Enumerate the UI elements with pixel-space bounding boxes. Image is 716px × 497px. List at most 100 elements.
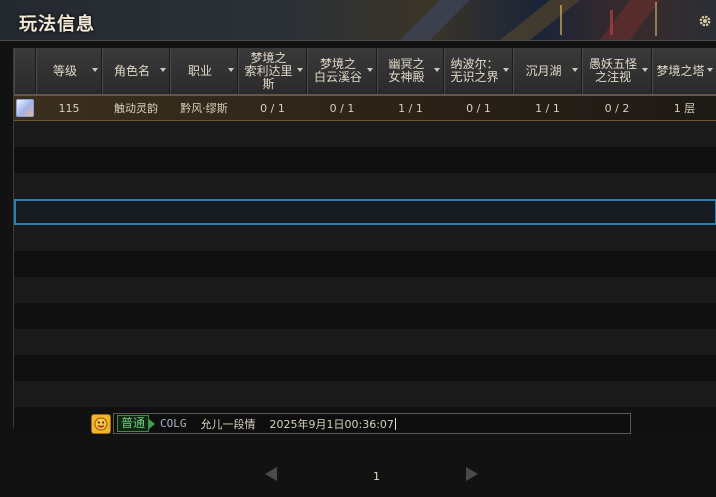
prev-page-button[interactable] <box>265 467 277 481</box>
table-cell <box>307 147 377 173</box>
table-cell <box>652 355 716 381</box>
table-cell <box>102 199 170 225</box>
table-cell <box>170 251 238 277</box>
table-row[interactable] <box>14 251 716 277</box>
table-cell <box>238 225 307 251</box>
column-header-label: 梦境之 白云溪谷 <box>313 57 362 84</box>
sort-arrow-icon <box>707 68 713 72</box>
table-cell <box>238 147 307 173</box>
table-cell: 115 <box>58 101 80 115</box>
table-cell <box>170 173 238 199</box>
table-cell <box>513 121 582 147</box>
table-cell <box>14 96 36 120</box>
table-cell <box>444 225 513 251</box>
table-cell <box>14 173 36 199</box>
table-cell <box>238 173 307 199</box>
sort-arrow-icon <box>367 68 373 72</box>
table-cell <box>14 381 36 407</box>
next-page-button[interactable] <box>466 467 478 481</box>
table-row[interactable] <box>14 173 716 199</box>
sort-arrow-icon <box>503 68 509 72</box>
table-cell <box>513 199 582 225</box>
table-cell <box>444 147 513 173</box>
column-header-4[interactable]: 梦境之 索利达里 斯 <box>238 48 307 94</box>
table-cell <box>582 355 652 381</box>
table-cell <box>238 199 307 225</box>
table-cell <box>238 121 307 147</box>
column-header-2[interactable]: 角色名 <box>102 48 170 94</box>
table-cell <box>36 303 102 329</box>
table-row[interactable] <box>14 381 716 407</box>
table-cell: 黔风·缪斯 <box>180 102 228 115</box>
table-cell <box>14 225 36 251</box>
table-cell <box>377 277 444 303</box>
table-row[interactable] <box>14 277 716 303</box>
table-cell <box>652 407 716 433</box>
column-header-3[interactable]: 职业 <box>170 48 238 94</box>
chat-input[interactable]: 普通 COLG 允儿一段情 2025年9月1日00:36:07 <box>113 413 631 434</box>
table-row[interactable] <box>14 303 716 329</box>
table-cell <box>14 277 36 303</box>
column-header-9[interactable]: 愚妖五怪 之注视 <box>582 48 652 94</box>
window-header: 玩法信息 <box>0 0 716 41</box>
table-cell <box>582 173 652 199</box>
table-cell <box>14 251 36 277</box>
table-cell <box>36 173 102 199</box>
table-cell <box>307 225 377 251</box>
emoji-icon[interactable] <box>91 414 111 434</box>
table-cell <box>582 121 652 147</box>
column-header-8[interactable]: 沉月湖 <box>513 48 582 94</box>
table-row[interactable] <box>14 147 716 173</box>
table-cell <box>513 147 582 173</box>
table-cell <box>170 225 238 251</box>
table-row[interactable]: 115 触动灵韵 黔风·缪斯 0 / 1 0 / 1 1 / 1 0 / 1 1 / 1 0 /… <box>14 95 716 121</box>
table-cell <box>652 225 716 251</box>
column-header-7[interactable]: 纳波尔： 无识之界 <box>444 48 513 94</box>
table-cell <box>36 277 102 303</box>
table-row[interactable] <box>14 199 716 225</box>
table-cell <box>102 329 170 355</box>
table-cell <box>238 251 307 277</box>
column-header-label: 幽冥之 女神殿 <box>388 57 425 84</box>
table-cell <box>14 407 36 433</box>
table-cell <box>238 381 307 407</box>
table-cell <box>102 225 170 251</box>
table-cell: 0 / 1 <box>260 101 285 115</box>
table-cell <box>307 173 377 199</box>
table-cell <box>102 381 170 407</box>
table-cell <box>377 381 444 407</box>
table-cell <box>14 355 36 381</box>
gear-icon[interactable] <box>698 14 712 28</box>
table-row[interactable] <box>14 329 716 355</box>
table-cell <box>652 381 716 407</box>
table-cell <box>444 199 513 225</box>
table-cell <box>170 381 238 407</box>
column-header-6[interactable]: 幽冥之 女神殿 <box>377 48 444 94</box>
table-body: 115 触动灵韵 黔风·缪斯 0 / 1 0 / 1 1 / 1 0 / 1 1 / 1 0 /… <box>14 95 716 433</box>
column-header-5[interactable]: 梦境之 白云溪谷 <box>307 48 377 94</box>
table-cell <box>444 303 513 329</box>
table-cell <box>307 355 377 381</box>
table-cell <box>102 173 170 199</box>
table-cell <box>444 251 513 277</box>
table-row[interactable] <box>14 355 716 381</box>
table-cell <box>513 303 582 329</box>
column-header-1[interactable]: 等级 <box>36 48 102 94</box>
table-row[interactable] <box>14 121 716 147</box>
column-header-10[interactable]: 梦境之塔 <box>652 48 716 94</box>
table-cell <box>444 173 513 199</box>
table-cell <box>652 121 716 147</box>
table-cell <box>102 303 170 329</box>
table-cell <box>444 329 513 355</box>
table-cell <box>36 355 102 381</box>
table-row[interactable] <box>14 225 716 251</box>
column-header-label: 梦境之 索利达里 斯 <box>244 50 293 91</box>
table-cell <box>652 329 716 355</box>
table-cell <box>582 251 652 277</box>
chat-message: 允儿一段情 <box>200 417 256 431</box>
table-cell <box>377 121 444 147</box>
table-cell <box>513 173 582 199</box>
table-cell <box>377 355 444 381</box>
table-cell <box>513 355 582 381</box>
chat-channel-button[interactable]: 普通 <box>117 415 150 432</box>
